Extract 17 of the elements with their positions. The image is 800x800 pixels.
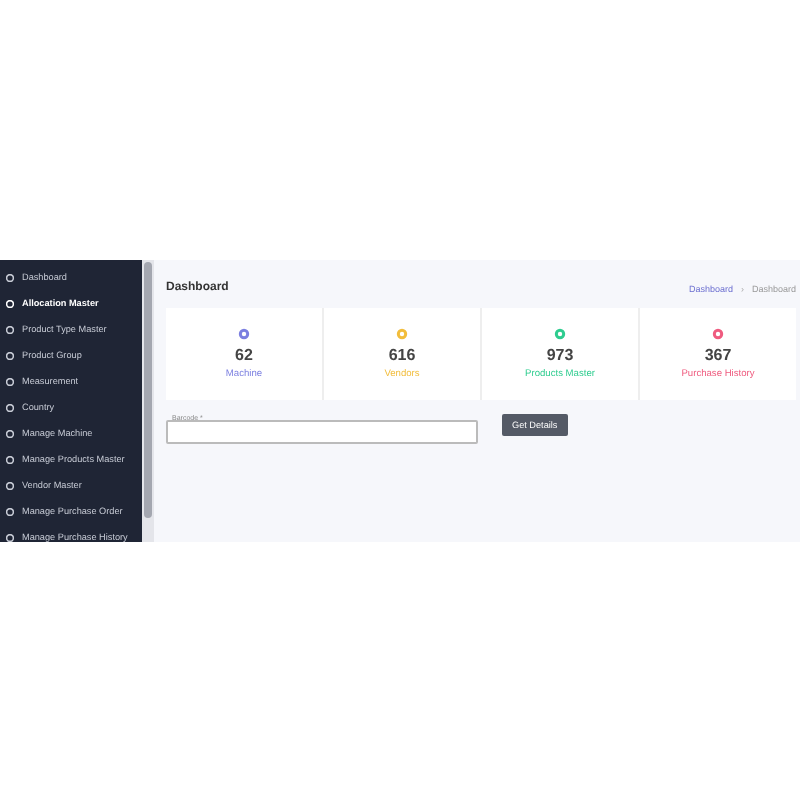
bullet-icon [6, 377, 14, 385]
stat-value: 367 [704, 346, 732, 364]
bullet-icon [6, 403, 14, 411]
bullet-icon [6, 455, 14, 463]
bullet-icon [6, 429, 14, 437]
bullet-icon [6, 325, 14, 333]
barcode-field[interactable] [166, 420, 478, 444]
bullet-icon [6, 507, 14, 515]
bullet-icon [6, 533, 14, 541]
bullet-icon [6, 351, 14, 359]
stat-value: 973 [546, 346, 574, 364]
bullet-icon [6, 481, 14, 489]
scrollbar[interactable] [142, 260, 154, 542]
stat-value: 616 [388, 346, 416, 364]
bullet-icon [6, 299, 14, 307]
bullet-icon [6, 273, 14, 281]
stat-value: 62 [235, 346, 253, 364]
